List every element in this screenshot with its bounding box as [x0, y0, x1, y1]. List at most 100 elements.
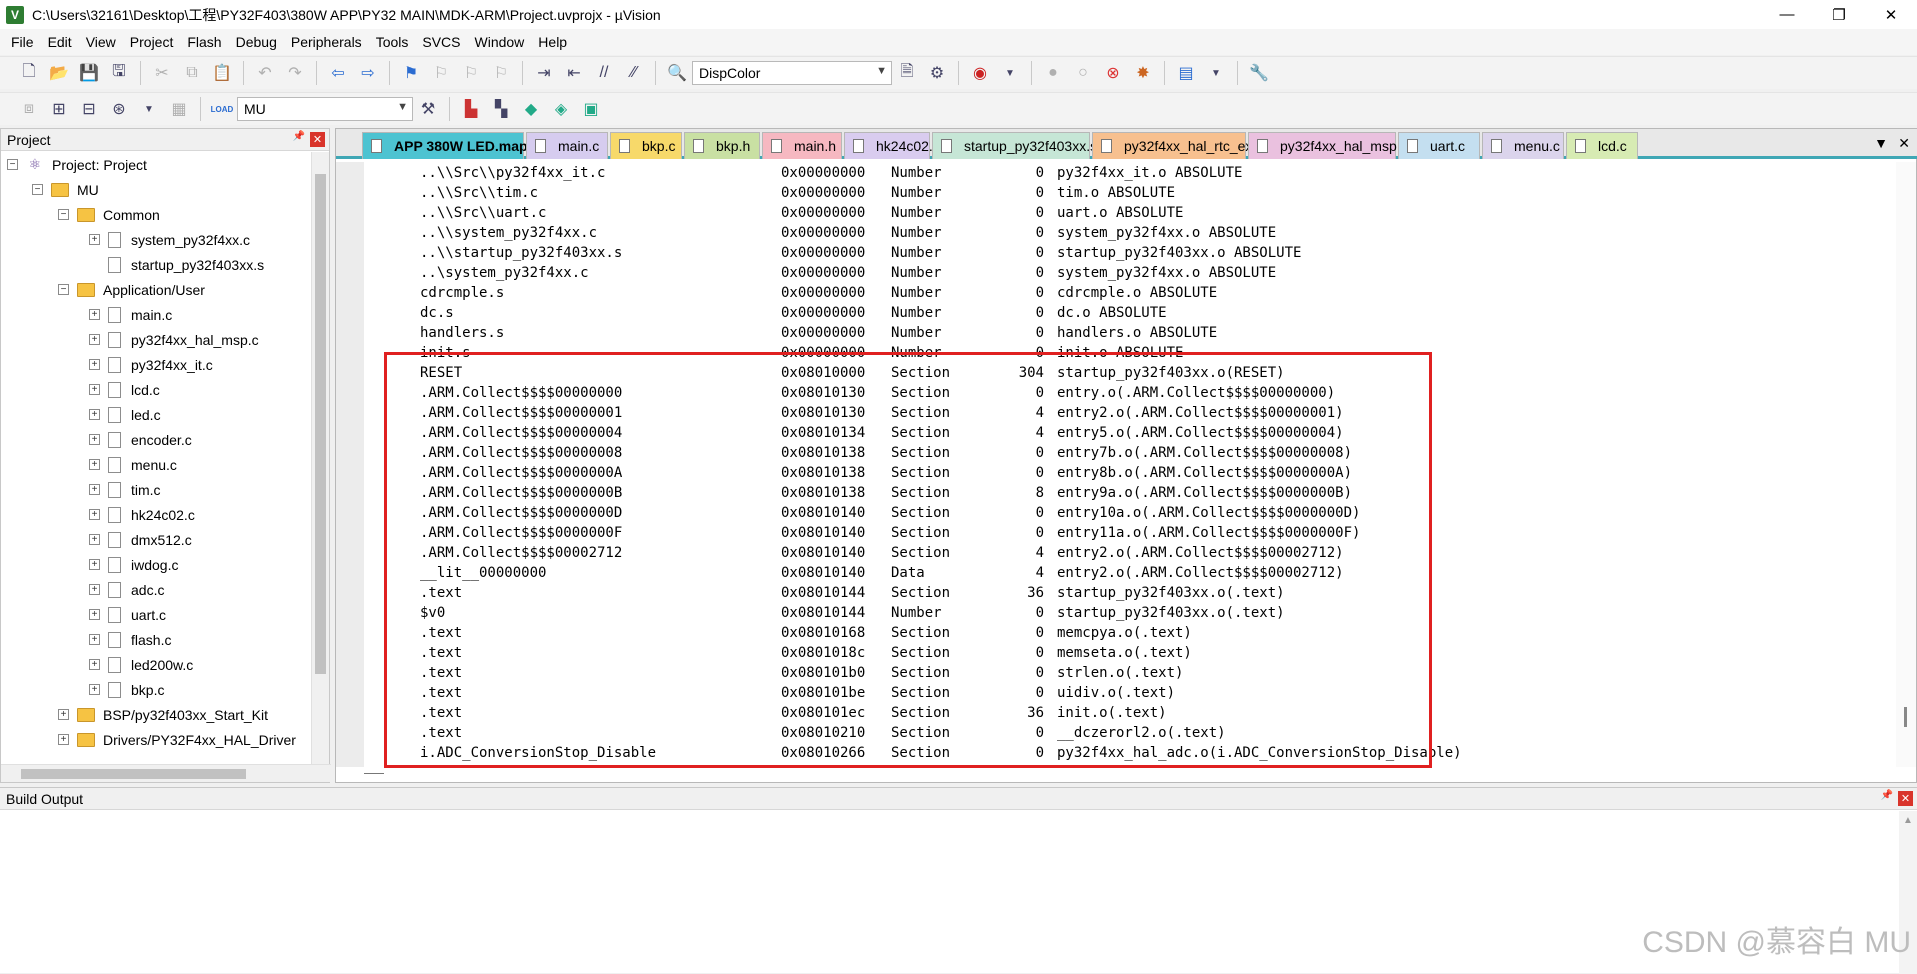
- tab-list-dropdown-icon[interactable]: ▼: [1874, 135, 1888, 151]
- expand-icon[interactable]: +: [58, 709, 69, 720]
- pin-icon[interactable]: 📌: [1881, 790, 1893, 801]
- target-options-icon[interactable]: ⚒: [416, 97, 440, 121]
- scrollbar-thumb[interactable]: [364, 773, 384, 774]
- tree-item[interactable]: + led.c: [1, 402, 311, 427]
- close-tab-icon[interactable]: ✕: [1898, 135, 1910, 152]
- expand-icon[interactable]: +: [89, 509, 100, 520]
- tree-item[interactable]: + adc.c: [1, 577, 311, 602]
- tree-item[interactable]: + dmx512.c: [1, 527, 311, 552]
- tree-item[interactable]: + main.c: [1, 302, 311, 327]
- scrollbar-thumb[interactable]: [21, 769, 246, 779]
- tree-item[interactable]: − ⚛ Project: Project: [1, 152, 311, 177]
- uncomment-icon[interactable]: ⁄⁄: [622, 61, 646, 85]
- expand-icon[interactable]: +: [89, 684, 100, 695]
- collapse-icon[interactable]: −: [7, 159, 18, 170]
- menu-view[interactable]: View: [79, 34, 123, 50]
- expand-icon[interactable]: +: [89, 659, 100, 670]
- expand-icon[interactable]: +: [89, 534, 100, 545]
- tab-1[interactable]: APP 380W LED.map: [362, 132, 528, 159]
- cut-icon[interactable]: ✂: [150, 61, 174, 85]
- tree-item[interactable]: startup_py32f403xx.s: [1, 252, 311, 277]
- tree-item[interactable]: − Common: [1, 202, 311, 227]
- download-icon[interactable]: LOAD: [210, 97, 234, 121]
- project-vertical-scrollbar[interactable]: [311, 152, 329, 767]
- tab-8[interactable]: py32f4xx_hal_rtc_ex.c: [1092, 132, 1263, 159]
- tree-item[interactable]: + menu.c: [1, 452, 311, 477]
- disable-all-breakpoints-icon[interactable]: ⊗: [1101, 61, 1125, 85]
- incremental-find-icon[interactable]: ⚙: [925, 61, 949, 85]
- tree-item[interactable]: + iwdog.c: [1, 552, 311, 577]
- scrollbar-thumb[interactable]: [315, 174, 326, 674]
- redo-icon[interactable]: ↷: [283, 61, 307, 85]
- expand-icon[interactable]: +: [58, 734, 69, 745]
- editor-vertical-scrollbar[interactable]: [1896, 162, 1916, 767]
- find-in-files-icon[interactable]: 🔍: [665, 61, 689, 85]
- tree-item[interactable]: + py32f4xx_hal_msp.c: [1, 327, 311, 352]
- new-file-icon[interactable]: 🗋: [17, 61, 41, 85]
- tree-item[interactable]: + flash.c: [1, 627, 311, 652]
- layout-dropdown-icon[interactable]: ▼: [1204, 61, 1228, 85]
- collapse-icon[interactable]: −: [58, 284, 69, 295]
- tab-2[interactable]: main.c: [526, 132, 608, 159]
- tab-4[interactable]: bkp.h: [684, 132, 760, 159]
- indent-icon[interactable]: ⇥: [532, 61, 556, 85]
- unindent-icon[interactable]: ⇤: [562, 61, 586, 85]
- comment-icon[interactable]: //: [592, 61, 616, 85]
- menu-peripherals[interactable]: Peripherals: [284, 34, 369, 50]
- minimize-button[interactable]: —: [1761, 0, 1813, 29]
- menu-file[interactable]: File: [4, 34, 41, 50]
- nav-back-icon[interactable]: ⇦: [326, 61, 350, 85]
- batch-dropdown-icon[interactable]: ▼: [137, 97, 161, 121]
- undo-icon[interactable]: ↶: [253, 61, 277, 85]
- expand-icon[interactable]: +: [89, 584, 100, 595]
- tree-item[interactable]: + tim.c: [1, 477, 311, 502]
- collapse-icon[interactable]: −: [32, 184, 43, 195]
- menu-debug[interactable]: Debug: [229, 34, 284, 50]
- tree-item[interactable]: + encoder.c: [1, 427, 311, 452]
- tab-11[interactable]: menu.c: [1482, 132, 1564, 159]
- select-software-packs-icon[interactable]: ◈: [549, 97, 573, 121]
- copy-icon[interactable]: ⧉: [180, 61, 204, 85]
- menu-flash[interactable]: Flash: [180, 34, 228, 50]
- tree-item[interactable]: + bkp.c: [1, 677, 311, 702]
- project-horizontal-scrollbar[interactable]: [1, 764, 331, 782]
- menu-edit[interactable]: Edit: [41, 34, 79, 50]
- manage-run-time-icon[interactable]: ◆: [519, 97, 543, 121]
- collapse-icon[interactable]: −: [58, 209, 69, 220]
- tab-9[interactable]: py32f4xx_hal_msp.c: [1248, 132, 1408, 159]
- close-icon[interactable]: ✕: [310, 132, 325, 147]
- disable-breakpoint-icon[interactable]: ○: [1071, 61, 1095, 85]
- tree-item[interactable]: − Application/User: [1, 277, 311, 302]
- tab-7[interactable]: startup_py32f403xx.s: [932, 132, 1097, 159]
- translate-icon[interactable]: ⧈: [17, 97, 41, 121]
- batch-build-icon[interactable]: ⊛: [107, 97, 131, 121]
- save-all-icon[interactable]: 🖫: [107, 61, 131, 85]
- tab-10[interactable]: uart.c: [1398, 132, 1480, 159]
- pin-icon[interactable]: 📌: [293, 131, 305, 142]
- restore-button[interactable]: ❐: [1813, 0, 1865, 29]
- stop-build-icon[interactable]: ▦: [167, 97, 191, 121]
- tree-item[interactable]: + uart.c: [1, 602, 311, 627]
- build-icon[interactable]: ⊞: [47, 97, 71, 121]
- paste-icon[interactable]: 📋: [210, 61, 234, 85]
- breakpoint-icon[interactable]: ●: [1041, 61, 1065, 85]
- menu-tools[interactable]: Tools: [369, 34, 416, 50]
- menu-svcs[interactable]: SVCS: [415, 34, 467, 50]
- expand-icon[interactable]: +: [89, 409, 100, 420]
- close-window-button[interactable]: ✕: [1865, 0, 1917, 29]
- tab-6[interactable]: hk24c02.c: [844, 132, 940, 159]
- tree-item[interactable]: + lcd.c: [1, 377, 311, 402]
- nav-forward-icon[interactable]: ⇨: [356, 61, 380, 85]
- manage-components-icon[interactable]: ▙: [459, 97, 483, 121]
- debug-dropdown-icon[interactable]: ▼: [998, 61, 1022, 85]
- tab-3[interactable]: bkp.c: [610, 132, 682, 159]
- open-folder-icon[interactable]: 📂: [47, 61, 71, 85]
- rebuild-icon[interactable]: ⊟: [77, 97, 101, 121]
- tree-item[interactable]: + system_py32f4xx.c: [1, 227, 311, 252]
- menu-project[interactable]: Project: [123, 34, 181, 50]
- target-select[interactable]: MU ▼: [237, 97, 413, 121]
- expand-icon[interactable]: +: [89, 359, 100, 370]
- expand-icon[interactable]: +: [89, 484, 100, 495]
- kill-breakpoints-icon[interactable]: ✸: [1131, 61, 1155, 85]
- expand-icon[interactable]: +: [89, 234, 100, 245]
